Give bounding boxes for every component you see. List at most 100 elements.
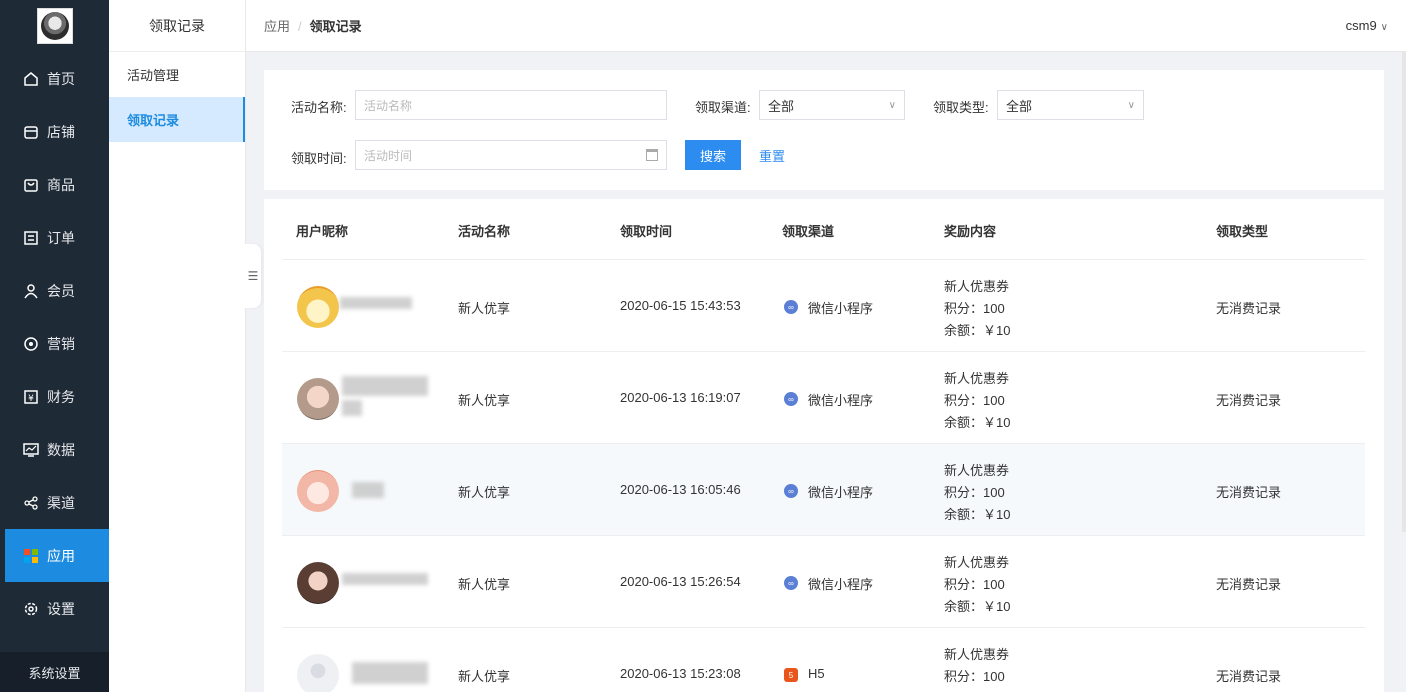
breadcrumb-apps[interactable]: 应用 <box>264 19 290 34</box>
channel-icon <box>22 494 39 511</box>
chart-icon <box>22 441 39 458</box>
avatar <box>297 286 339 328</box>
avatar <box>297 378 339 420</box>
reward-line: 余额：￥10 <box>944 323 1011 338</box>
type-select[interactable]: 全部 ∨ <box>997 90 1144 120</box>
activity-name: 新人优享 <box>458 301 511 316</box>
submenu-item-claim-records[interactable]: 领取记录 <box>109 97 245 142</box>
nav-item-order[interactable]: 订单 <box>0 211 109 264</box>
channel-select[interactable]: 全部 ∨ <box>759 90 905 120</box>
nav-item-bag[interactable]: 商品 <box>0 158 109 211</box>
breadcrumb-current: 领取记录 <box>309 19 362 34</box>
claim-type: 无消费记录 <box>1216 301 1282 316</box>
time-range-placeholder: 活动时间 <box>364 148 413 163</box>
nav-item-finance[interactable]: ¥ 财务 <box>0 370 109 423</box>
nav-item-label: 数据 <box>47 441 75 458</box>
reward-line: 新人优惠券 <box>944 463 1010 478</box>
reward-content: 新人优惠券 积分：100 <box>944 644 1009 688</box>
search-button[interactable]: 搜索 <box>685 140 741 170</box>
claim-time: 2020-06-13 15:23:08 <box>620 666 741 681</box>
nav-item-label: 应用 <box>47 547 75 564</box>
bag-icon <box>22 176 39 193</box>
nav-item-marketing[interactable]: 营销 <box>0 317 109 370</box>
home-icon <box>22 70 39 87</box>
nav-item-channel[interactable]: 渠道 <box>0 476 109 529</box>
activity-name-input[interactable]: 活动名称 <box>355 90 667 120</box>
nickname-blurred <box>352 482 384 498</box>
nav-item-label: 营销 <box>47 335 75 352</box>
breadcrumb: 应用 / 领取记录 <box>264 16 362 35</box>
page-scrollbar[interactable] <box>1402 52 1406 532</box>
reward-line: 新人优惠券 <box>944 279 1010 294</box>
nav-item-label: 设置 <box>47 600 75 617</box>
reward-line: 积分：100 <box>944 393 1005 408</box>
nav-item-apps[interactable]: 应用 <box>5 529 109 582</box>
claim-channel: 微信小程序 <box>808 577 874 592</box>
reset-button[interactable]: 重置 <box>759 146 785 165</box>
reward-line: 余额：￥10 <box>944 507 1011 522</box>
submenu-item-activity-manage[interactable]: 活动管理 <box>109 52 245 97</box>
claim-time: 2020-06-15 15:43:53 <box>620 298 741 313</box>
nickname-blurred <box>342 376 428 396</box>
table-row[interactable]: 新人优享 2020-06-15 15:43:53 ∞ 微信小程序 新人优惠券 积… <box>282 260 1365 352</box>
chevron-down-icon: ∨ <box>1127 99 1135 111</box>
system-settings-button[interactable]: 系统设置 <box>0 652 109 692</box>
nav-item-store[interactable]: 店铺 <box>0 105 109 158</box>
main-nav: 首页 店铺 商品订单会员营销 ¥ 财务数据渠道应用设置 系统设置 <box>0 0 109 692</box>
miniprogram-icon: ∞ <box>784 392 798 406</box>
username: csm9 <box>1345 18 1377 33</box>
type-label: 领取类型: <box>933 100 989 115</box>
collapse-menu-icon[interactable]: ☰ <box>245 244 261 308</box>
logo-area <box>0 0 109 52</box>
table-row[interactable]: 新人优享 2020-06-13 15:26:54 ∞ 微信小程序 新人优惠券 积… <box>282 536 1365 628</box>
claim-time: 2020-06-13 15:26:54 <box>620 574 741 589</box>
logo[interactable] <box>36 8 73 44</box>
filter-panel: 活动名称: 活动名称 领取渠道: 全部 ∨ 领取类型: 全部 ∨ 领取时间: 活动时… <box>264 70 1384 190</box>
activity-name: 新人优享 <box>458 669 511 684</box>
activity-name-label: 活动名称: <box>291 100 347 115</box>
claim-type: 无消费记录 <box>1216 393 1282 408</box>
time-range-input[interactable]: 活动时间 <box>355 140 667 170</box>
claim-type: 无消费记录 <box>1216 577 1282 592</box>
nav-item-home[interactable]: 首页 <box>0 52 109 105</box>
nav-item-label: 会员 <box>47 282 75 299</box>
claim-time: 2020-06-13 16:19:07 <box>620 390 741 405</box>
nav-item-label: 订单 <box>47 229 75 246</box>
table-header: 用户昵称 活动名称 领取时间 领取渠道 奖励内容 领取类型 <box>282 199 1365 260</box>
column-header: 奖励内容 <box>944 224 997 239</box>
nav-item-user[interactable]: 会员 <box>0 264 109 317</box>
table-row[interactable]: 新人优享 2020-06-13 16:05:46 ∞ 微信小程序 新人优惠券 积… <box>282 444 1365 536</box>
finance-icon: ¥ <box>22 388 39 405</box>
reward-line: 余额：￥10 <box>944 599 1011 614</box>
claim-channel: H5 <box>808 666 825 681</box>
nav-item-gear[interactable]: 设置 <box>0 582 109 635</box>
avatar <box>297 654 339 692</box>
marketing-icon <box>22 335 39 352</box>
calendar-icon <box>646 149 658 161</box>
submenu-title: 领取记录 <box>109 0 245 52</box>
channel-label: 领取渠道: <box>695 100 751 115</box>
order-icon <box>22 229 39 246</box>
user-menu[interactable]: csm9 ∨ <box>1346 18 1388 33</box>
reward-line: 新人优惠券 <box>944 371 1010 386</box>
gear-icon <box>22 600 39 617</box>
miniprogram-icon: ∞ <box>784 300 798 314</box>
reward-content: 新人优惠券 积分：100 余额：￥10 <box>944 276 1010 342</box>
chevron-down-icon: ∨ <box>1380 22 1388 33</box>
avatar <box>297 562 339 604</box>
svg-text:¥: ¥ <box>28 394 34 404</box>
chevron-down-icon: ∨ <box>888 99 896 111</box>
table-row[interactable]: 新人优享 2020-06-13 15:23:08 5 H5 新人优惠券 积分：1… <box>282 628 1365 692</box>
nav-item-chart[interactable]: 数据 <box>0 423 109 476</box>
channel-select-value: 全部 <box>768 98 795 114</box>
reward-line: 余额：￥10 <box>944 415 1011 430</box>
column-header: 领取类型 <box>1216 224 1269 239</box>
column-header: 活动名称 <box>458 224 511 239</box>
type-select-value: 全部 <box>1006 98 1033 114</box>
table-row[interactable]: 新人优享 2020-06-13 16:19:07 ∞ 微信小程序 新人优惠券 积… <box>282 352 1365 444</box>
reward-content: 新人优惠券 积分：100 余额：￥10 <box>944 368 1010 434</box>
activity-name: 新人优享 <box>458 577 511 592</box>
nickname-blurred <box>342 573 428 585</box>
claim-type: 无消费记录 <box>1216 485 1282 500</box>
column-header: 领取时间 <box>620 224 673 239</box>
